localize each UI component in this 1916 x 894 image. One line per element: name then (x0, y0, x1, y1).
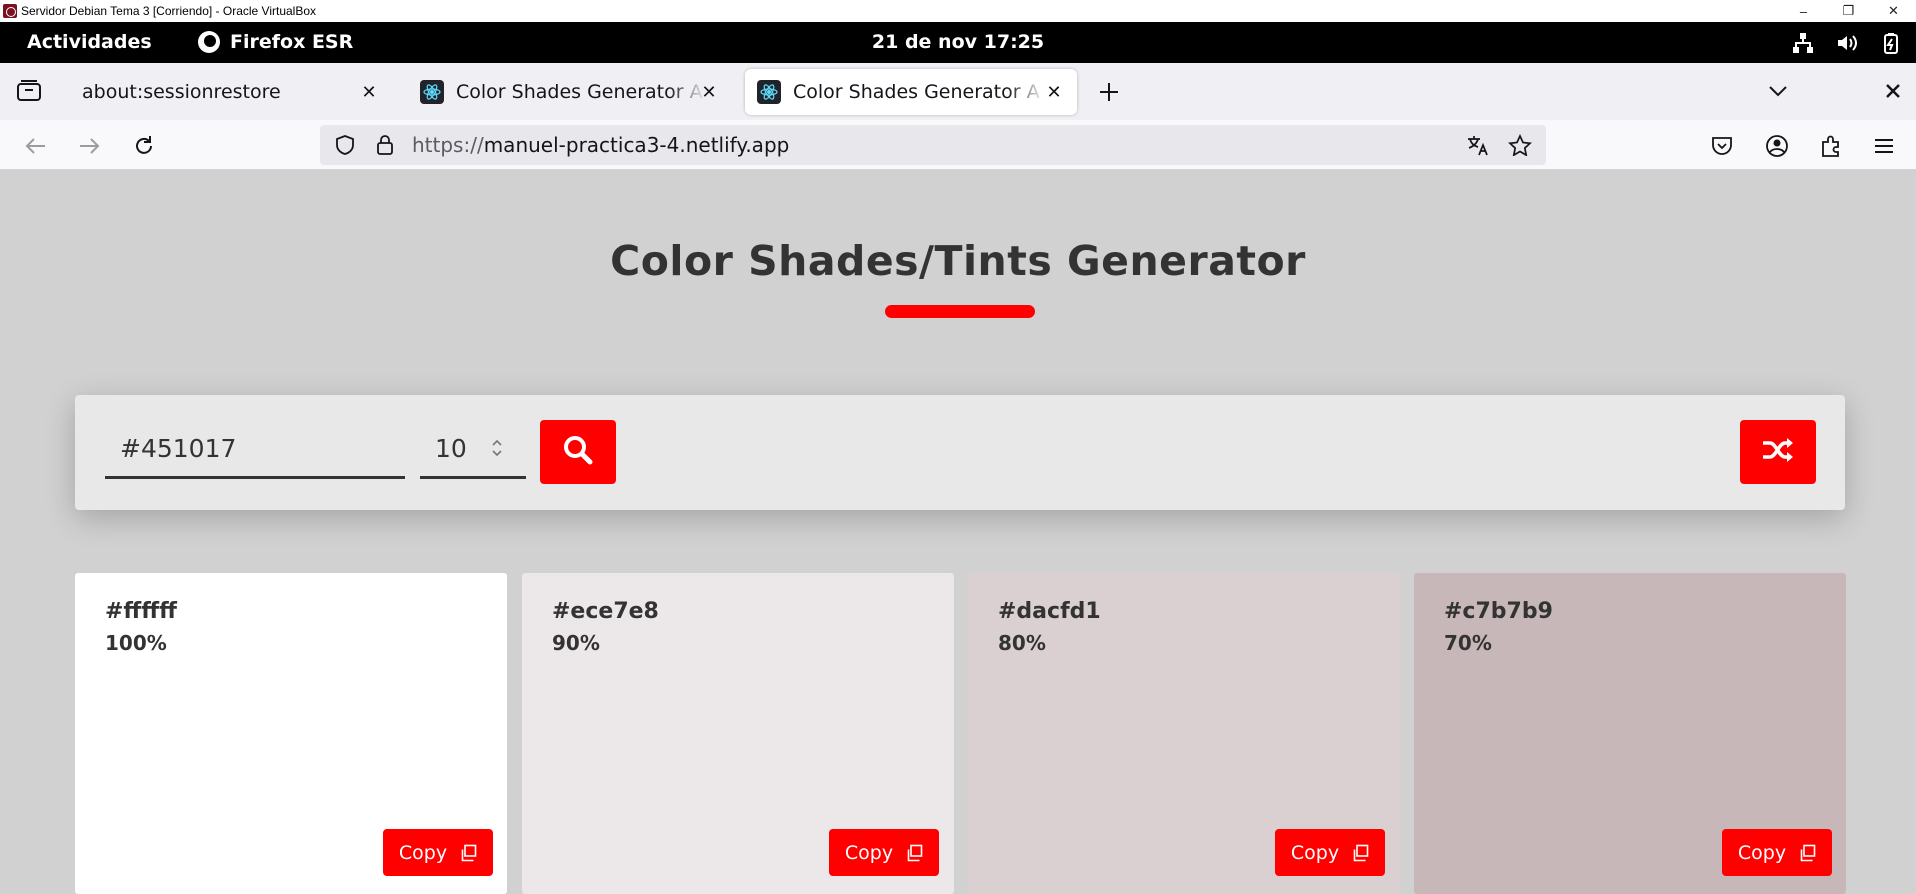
copy-button[interactable]: Copy (829, 829, 939, 876)
back-icon[interactable] (23, 133, 49, 159)
close-tab-icon[interactable]: ✕ (698, 81, 720, 103)
shuffle-icon (1761, 436, 1795, 468)
translate-icon[interactable] (1466, 134, 1490, 156)
battery-icon[interactable] (1880, 32, 1902, 54)
copy-button[interactable]: Copy (1722, 829, 1832, 876)
lock-icon[interactable] (374, 134, 396, 156)
account-icon[interactable] (1764, 133, 1790, 159)
tab-color-shades-active[interactable]: Color Shades Generator A ✕ (745, 69, 1077, 115)
bookmark-star-icon[interactable] (1508, 133, 1532, 157)
network-icon[interactable] (1792, 32, 1814, 54)
firefox-view-icon[interactable] (16, 79, 42, 103)
hex-color-input[interactable] (105, 421, 405, 479)
activities-button[interactable]: Actividades (27, 31, 152, 53)
virtualbox-title-bar: Servidor Debian Tema 3 [Corriendo] - Ora… (0, 0, 1916, 22)
tab-session-restore[interactable]: about:sessionrestore ✕ (66, 69, 392, 115)
copy-icon (905, 844, 923, 862)
card-hex: #ffffff (105, 599, 177, 624)
copy-button[interactable]: Copy (383, 829, 493, 876)
copy-label: Copy (398, 841, 448, 864)
tab-label: Color Shades Generator A (456, 81, 703, 103)
close-firefox-icon[interactable] (1881, 79, 1905, 103)
card-percent: 80% (998, 631, 1046, 655)
card-percent: 90% (552, 631, 600, 655)
window-title: Servidor Debian Tema 3 [Corriendo] - Ora… (21, 4, 317, 18)
url-host: manuel-practica3-4.netlify.app (483, 133, 790, 157)
copy-icon (459, 844, 477, 862)
pocket-icon[interactable] (1709, 133, 1735, 159)
url-bar[interactable]: https://manuel-practica3-4.netlify.app (320, 125, 1546, 165)
copy-label: Copy (844, 841, 894, 864)
list-all-tabs-icon[interactable] (1766, 81, 1790, 101)
url-text[interactable]: https://manuel-practica3-4.netlify.app (412, 133, 789, 157)
minimize-button[interactable]: – (1781, 0, 1826, 22)
copy-icon (1798, 844, 1816, 862)
app-menu[interactable]: Firefox ESR (198, 31, 353, 53)
app-menu-label: Firefox ESR (230, 31, 354, 53)
forward-icon[interactable] (76, 133, 102, 159)
extensions-icon[interactable] (1818, 133, 1844, 159)
shade-amount-input[interactable]: 10 (420, 421, 526, 479)
firefox-icon (198, 31, 220, 53)
copy-label: Copy (1290, 841, 1340, 864)
system-tray[interactable] (1792, 32, 1902, 54)
card-percent: 70% (1444, 631, 1492, 655)
page-title: Color Shades/Tints Generator (610, 237, 1306, 285)
url-scheme: https:// (412, 133, 484, 157)
close-window-button[interactable]: ✕ (1871, 0, 1916, 22)
new-tab-icon[interactable] (1096, 79, 1122, 105)
copy-icon (1351, 844, 1369, 862)
random-color-button[interactable] (1740, 420, 1816, 484)
spinner-arrows-icon[interactable] (490, 435, 504, 461)
virtualbox-icon (3, 4, 17, 18)
reload-icon[interactable] (131, 133, 157, 159)
tab-label: about:sessionrestore (82, 81, 281, 103)
copy-button[interactable]: Copy (1275, 829, 1385, 876)
title-underline (885, 305, 1035, 318)
color-card: #dacfd1 80% Copy (968, 573, 1400, 894)
react-icon (757, 80, 781, 104)
tab-color-shades-1[interactable]: Color Shades Generator A ✕ (408, 69, 732, 115)
color-card: #c7b7b9 70% Copy (1414, 573, 1846, 894)
copy-label: Copy (1737, 841, 1787, 864)
tracking-protection-shield-icon[interactable] (334, 134, 356, 156)
card-percent: 100% (105, 631, 167, 655)
page-content: Color Shades/Tints Generator 10 #ffffff … (0, 171, 1916, 894)
card-hex: #dacfd1 (998, 599, 1101, 624)
tab-label: Color Shades Generator A (793, 81, 1040, 103)
navigation-bar: https://manuel-practica3-4.netlify.app (0, 120, 1916, 170)
gnome-top-bar: 21 de nov 17:25 Actividades Firefox ESR (0, 22, 1916, 63)
restore-button[interactable]: ❐ (1826, 0, 1871, 22)
controls-panel: 10 (75, 395, 1845, 510)
tab-strip: about:sessionrestore ✕ Color Shades Gene… (0, 63, 1916, 120)
shade-amount-value: 10 (435, 434, 467, 463)
generate-search-button[interactable] (540, 420, 616, 484)
menu-hamburger-icon[interactable] (1871, 133, 1897, 159)
search-icon (562, 434, 594, 470)
react-icon (420, 80, 444, 104)
volume-icon[interactable] (1836, 32, 1858, 54)
color-card: #ffffff 100% Copy (75, 573, 507, 894)
color-card: #ece7e8 90% Copy (522, 573, 954, 894)
card-hex: #ece7e8 (552, 599, 659, 624)
card-hex: #c7b7b9 (1444, 599, 1553, 624)
close-tab-icon[interactable]: ✕ (1043, 81, 1065, 103)
close-tab-icon[interactable]: ✕ (358, 81, 380, 103)
